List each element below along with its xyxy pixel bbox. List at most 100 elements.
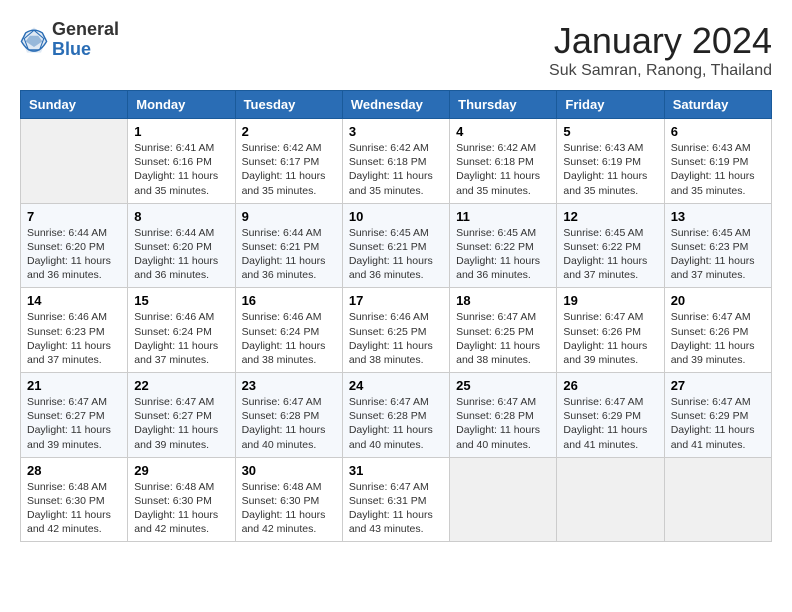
calendar-cell: 24 Sunrise: 6:47 AMSunset: 6:28 PMDayligh… bbox=[342, 373, 449, 458]
day-number: 25 bbox=[456, 378, 550, 393]
day-number: 22 bbox=[134, 378, 228, 393]
calendar-cell: 4 Sunrise: 6:42 AMSunset: 6:18 PMDaylight… bbox=[450, 119, 557, 204]
header-day-tuesday: Tuesday bbox=[235, 91, 342, 119]
calendar-cell: 7 Sunrise: 6:44 AMSunset: 6:20 PMDaylight… bbox=[21, 203, 128, 288]
day-detail: Sunrise: 6:44 AMSunset: 6:21 PMDaylight:… bbox=[242, 226, 336, 283]
logo: General Blue bbox=[20, 20, 119, 60]
calendar-cell: 21Sunrise: 6:47 AMSunset: 6:27 PMDayligh… bbox=[21, 373, 128, 458]
calendar-cell: 23 Sunrise: 6:47 AMSunset: 6:28 PMDayligh… bbox=[235, 373, 342, 458]
calendar-cell: 11Sunrise: 6:45 AMSunset: 6:22 PMDayligh… bbox=[450, 203, 557, 288]
day-detail: Sunrise: 6:42 AMSunset: 6:18 PMDaylight:… bbox=[456, 141, 550, 198]
day-detail: Sunrise: 6:46 AMSunset: 6:23 PMDaylight:… bbox=[27, 310, 121, 367]
header-row: SundayMondayTuesdayWednesdayThursdayFrid… bbox=[21, 91, 772, 119]
week-row-3: 14 Sunrise: 6:46 AMSunset: 6:23 PMDayligh… bbox=[21, 288, 772, 373]
location-title: Suk Samran, Ranong, Thailand bbox=[549, 62, 772, 80]
day-number: 18 bbox=[456, 293, 550, 308]
day-number: 24 bbox=[349, 378, 443, 393]
day-detail: Sunrise: 6:47 AMSunset: 6:26 PMDaylight:… bbox=[563, 310, 657, 367]
day-number: 29 bbox=[134, 463, 228, 478]
calendar-cell: 8 Sunrise: 6:44 AMSunset: 6:20 PMDaylight… bbox=[128, 203, 235, 288]
calendar-cell bbox=[21, 119, 128, 204]
header-day-friday: Friday bbox=[557, 91, 664, 119]
calendar-cell: 9Sunrise: 6:44 AMSunset: 6:21 PMDaylight… bbox=[235, 203, 342, 288]
calendar-cell: 2 Sunrise: 6:42 AMSunset: 6:17 PMDaylight… bbox=[235, 119, 342, 204]
page-header: General Blue January 2024 Suk Samran, Ra… bbox=[20, 20, 772, 80]
day-detail: Sunrise: 6:47 AMSunset: 6:28 PMDaylight:… bbox=[349, 395, 443, 452]
calendar-cell bbox=[450, 457, 557, 542]
day-number: 27 bbox=[671, 378, 765, 393]
week-row-4: 21Sunrise: 6:47 AMSunset: 6:27 PMDayligh… bbox=[21, 373, 772, 458]
day-detail: Sunrise: 6:44 AMSunset: 6:20 PMDaylight:… bbox=[27, 226, 121, 283]
calendar-cell: 29 Sunrise: 6:48 AMSunset: 6:30 PMDayligh… bbox=[128, 457, 235, 542]
month-title: January 2024 bbox=[549, 20, 772, 62]
day-detail: Sunrise: 6:47 AMSunset: 6:27 PMDaylight:… bbox=[134, 395, 228, 452]
day-detail: Sunrise: 6:47 AMSunset: 6:25 PMDaylight:… bbox=[456, 310, 550, 367]
day-detail: Sunrise: 6:46 AMSunset: 6:25 PMDaylight:… bbox=[349, 310, 443, 367]
calendar-cell: 19 Sunrise: 6:47 AMSunset: 6:26 PMDayligh… bbox=[557, 288, 664, 373]
calendar-cell: 1Sunrise: 6:41 AMSunset: 6:16 PMDaylight… bbox=[128, 119, 235, 204]
day-detail: Sunrise: 6:43 AMSunset: 6:19 PMDaylight:… bbox=[563, 141, 657, 198]
day-detail: Sunrise: 6:48 AMSunset: 6:30 PMDaylight:… bbox=[242, 480, 336, 537]
day-number: 5 bbox=[563, 124, 657, 139]
week-row-1: 1Sunrise: 6:41 AMSunset: 6:16 PMDaylight… bbox=[21, 119, 772, 204]
day-number: 16 bbox=[242, 293, 336, 308]
logo-text: General Blue bbox=[52, 20, 119, 60]
day-number: 26 bbox=[563, 378, 657, 393]
day-number: 23 bbox=[242, 378, 336, 393]
day-detail: Sunrise: 6:44 AMSunset: 6:20 PMDaylight:… bbox=[134, 226, 228, 283]
calendar-cell: 12Sunrise: 6:45 AMSunset: 6:22 PMDayligh… bbox=[557, 203, 664, 288]
calendar-cell bbox=[664, 457, 771, 542]
day-detail: Sunrise: 6:47 AMSunset: 6:31 PMDaylight:… bbox=[349, 480, 443, 537]
day-detail: Sunrise: 6:46 AMSunset: 6:24 PMDaylight:… bbox=[242, 310, 336, 367]
calendar-cell: 27 Sunrise: 6:47 AMSunset: 6:29 PMDayligh… bbox=[664, 373, 771, 458]
day-detail: Sunrise: 6:47 AMSunset: 6:29 PMDaylight:… bbox=[563, 395, 657, 452]
week-row-2: 7 Sunrise: 6:44 AMSunset: 6:20 PMDaylight… bbox=[21, 203, 772, 288]
day-number: 14 bbox=[27, 293, 121, 308]
calendar-cell: 15 Sunrise: 6:46 AMSunset: 6:24 PMDayligh… bbox=[128, 288, 235, 373]
day-detail: Sunrise: 6:42 AMSunset: 6:18 PMDaylight:… bbox=[349, 141, 443, 198]
day-number: 28 bbox=[27, 463, 121, 478]
day-detail: Sunrise: 6:45 AMSunset: 6:23 PMDaylight:… bbox=[671, 226, 765, 283]
calendar-cell: 6Sunrise: 6:43 AMSunset: 6:19 PMDaylight… bbox=[664, 119, 771, 204]
day-number: 8 bbox=[134, 209, 228, 224]
calendar-cell bbox=[557, 457, 664, 542]
calendar-table: SundayMondayTuesdayWednesdayThursdayFrid… bbox=[20, 90, 772, 542]
calendar-cell: 3 Sunrise: 6:42 AMSunset: 6:18 PMDaylight… bbox=[342, 119, 449, 204]
day-detail: Sunrise: 6:45 AMSunset: 6:22 PMDaylight:… bbox=[563, 226, 657, 283]
day-detail: Sunrise: 6:47 AMSunset: 6:29 PMDaylight:… bbox=[671, 395, 765, 452]
day-detail: Sunrise: 6:48 AMSunset: 6:30 PMDaylight:… bbox=[27, 480, 121, 537]
day-detail: Sunrise: 6:47 AMSunset: 6:27 PMDaylight:… bbox=[27, 395, 121, 452]
day-number: 31 bbox=[349, 463, 443, 478]
general-blue-logo-icon bbox=[20, 26, 48, 54]
day-detail: Sunrise: 6:48 AMSunset: 6:30 PMDaylight:… bbox=[134, 480, 228, 537]
calendar-cell: 25 Sunrise: 6:47 AMSunset: 6:28 PMDayligh… bbox=[450, 373, 557, 458]
calendar-header: SundayMondayTuesdayWednesdayThursdayFrid… bbox=[21, 91, 772, 119]
day-number: 15 bbox=[134, 293, 228, 308]
calendar-cell: 14 Sunrise: 6:46 AMSunset: 6:23 PMDayligh… bbox=[21, 288, 128, 373]
day-detail: Sunrise: 6:47 AMSunset: 6:28 PMDaylight:… bbox=[456, 395, 550, 452]
calendar-cell: 18 Sunrise: 6:47 AMSunset: 6:25 PMDayligh… bbox=[450, 288, 557, 373]
header-day-monday: Monday bbox=[128, 91, 235, 119]
day-detail: Sunrise: 6:45 AMSunset: 6:22 PMDaylight:… bbox=[456, 226, 550, 283]
day-number: 1 bbox=[134, 124, 228, 139]
day-number: 17 bbox=[349, 293, 443, 308]
day-detail: Sunrise: 6:46 AMSunset: 6:24 PMDaylight:… bbox=[134, 310, 228, 367]
day-detail: Sunrise: 6:43 AMSunset: 6:19 PMDaylight:… bbox=[671, 141, 765, 198]
day-number: 7 bbox=[27, 209, 121, 224]
day-number: 2 bbox=[242, 124, 336, 139]
day-number: 19 bbox=[563, 293, 657, 308]
day-detail: Sunrise: 6:47 AMSunset: 6:28 PMDaylight:… bbox=[242, 395, 336, 452]
calendar-cell: 5 Sunrise: 6:43 AMSunset: 6:19 PMDaylight… bbox=[557, 119, 664, 204]
calendar-cell: 30Sunrise: 6:48 AMSunset: 6:30 PMDayligh… bbox=[235, 457, 342, 542]
day-detail: Sunrise: 6:42 AMSunset: 6:17 PMDaylight:… bbox=[242, 141, 336, 198]
day-number: 3 bbox=[349, 124, 443, 139]
calendar-body: 1Sunrise: 6:41 AMSunset: 6:16 PMDaylight… bbox=[21, 119, 772, 542]
title-block: January 2024 Suk Samran, Ranong, Thailan… bbox=[549, 20, 772, 80]
day-number: 4 bbox=[456, 124, 550, 139]
day-number: 10 bbox=[349, 209, 443, 224]
calendar-cell: 20Sunrise: 6:47 AMSunset: 6:26 PMDayligh… bbox=[664, 288, 771, 373]
week-row-5: 28 Sunrise: 6:48 AMSunset: 6:30 PMDayligh… bbox=[21, 457, 772, 542]
day-number: 13 bbox=[671, 209, 765, 224]
calendar-cell: 31 Sunrise: 6:47 AMSunset: 6:31 PMDayligh… bbox=[342, 457, 449, 542]
header-day-thursday: Thursday bbox=[450, 91, 557, 119]
